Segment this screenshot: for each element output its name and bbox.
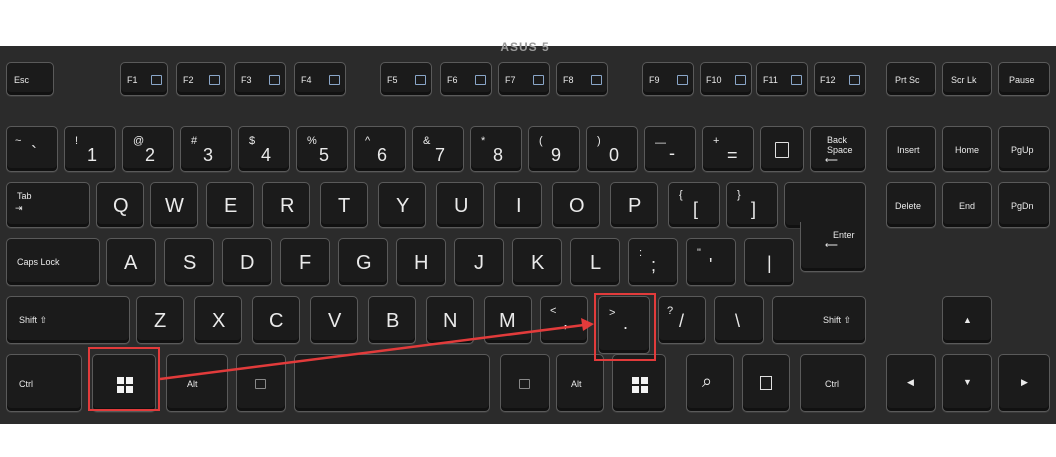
arrow-line — [159, 323, 585, 381]
arrow-head-icon — [581, 318, 594, 331]
arrow-annotation — [159, 318, 594, 381]
